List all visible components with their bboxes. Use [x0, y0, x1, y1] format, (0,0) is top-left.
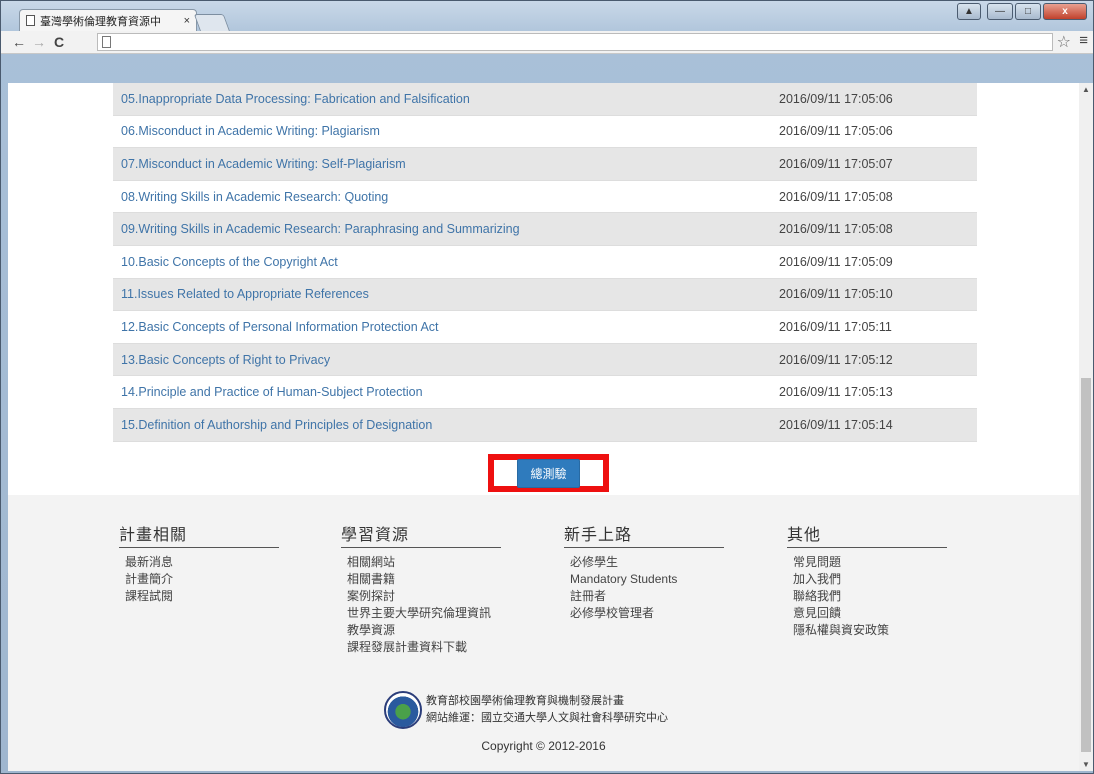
footer-link[interactable]: 相關書籍: [341, 571, 501, 588]
footer: 教育部校園學術倫理教育與機制發展計畫 網站維運：國立交通大學人文與社會科學研究中…: [8, 495, 1079, 771]
footer-link[interactable]: Mandatory Students: [564, 571, 724, 588]
table-row: 14.Principle and Practice of Human-Subje…: [113, 376, 977, 409]
unit-table: 05.Inappropriate Data Processing: Fabric…: [113, 83, 977, 442]
footer-heading: 其他: [787, 521, 947, 548]
footer-heading: 學習資源: [341, 521, 501, 548]
page-icon: [102, 36, 111, 48]
browser-tab[interactable]: 臺灣學術倫理教育資源中 ×: [19, 9, 197, 31]
footer-link[interactable]: 必修學生: [564, 554, 724, 571]
table-row: 15.Definition of Authorship and Principl…: [113, 408, 977, 442]
scroll-down-icon[interactable]: ▼: [1082, 760, 1090, 769]
tab-strip: 臺灣學術倫理教育資源中 × ▲ — □ x: [1, 1, 1093, 32]
unit-date: 2016/09/11 17:05:08: [779, 222, 893, 237]
unit-link[interactable]: 11.Issues Related to Appropriate Referen…: [113, 287, 779, 301]
highlight-box: 總測驗: [488, 454, 609, 492]
close-tab-icon[interactable]: ×: [184, 15, 190, 27]
ministry-of-education-seal-icon: [384, 691, 422, 729]
footer-link[interactable]: 加入我們: [787, 571, 947, 588]
credit-line-1: 教育部校園學術倫理教育與機制發展計畫: [426, 695, 624, 707]
unit-date: 2016/09/11 17:05:14: [779, 417, 893, 432]
copyright: Copyright © 2012-2016: [481, 739, 606, 753]
user-icon[interactable]: ▲: [957, 3, 981, 20]
forward-icon[interactable]: →: [29, 34, 49, 50]
total-exam-button[interactable]: 總測驗: [517, 458, 580, 488]
unit-link[interactable]: 13.Basic Concepts of Right to Privacy: [113, 353, 779, 367]
table-row: 11.Issues Related to Appropriate Referen…: [113, 278, 977, 312]
credit-block: 教育部校園學術倫理教育與機制發展計畫 網站維運：國立交通大學人文與社會科學研究中…: [384, 691, 668, 729]
footer-link[interactable]: 註冊者: [564, 588, 724, 605]
footer-link[interactable]: 必修學校管理者: [564, 605, 724, 622]
table-row: 09.Writing Skills in Academic Research: …: [113, 213, 977, 246]
footer-heading: 計畫相關: [119, 521, 279, 548]
browser-toolbar: ← → C ☆ ≡: [1, 31, 1093, 54]
credit-line-2: 網站維運：國立交通大學人文與社會科學研究中心: [426, 712, 668, 724]
reload-icon[interactable]: C: [49, 34, 69, 50]
page-icon: [26, 15, 35, 26]
footer-link[interactable]: 常見問題: [787, 554, 947, 571]
unit-date: 2016/09/11 17:05:12: [779, 352, 893, 367]
footer-link[interactable]: 課程試閱: [119, 588, 279, 605]
address-bar[interactable]: [97, 33, 1053, 51]
table-row: 05.Inappropriate Data Processing: Fabric…: [113, 83, 977, 116]
footer-link[interactable]: 課程發展計畫資料下載: [341, 639, 501, 656]
table-row: 06.Misconduct in Academic Writing: Plagi…: [113, 116, 977, 149]
footer-link[interactable]: 案例探討: [341, 588, 501, 605]
vertical-scrollbar[interactable]: ▲ ▼: [1079, 83, 1093, 771]
footer-link[interactable]: 聯絡我們: [787, 588, 947, 605]
maximize-button[interactable]: □: [1015, 3, 1041, 20]
unit-date: 2016/09/11 17:05:09: [779, 254, 893, 269]
unit-link[interactable]: 15.Definition of Authorship and Principl…: [113, 418, 779, 432]
table-row: 10.Basic Concepts of the Copyright Act 20…: [113, 246, 977, 279]
footer-link[interactable]: 意見回饋: [787, 605, 947, 622]
table-row: 12.Basic Concepts of Personal Informatio…: [113, 311, 977, 344]
bookmark-star-icon[interactable]: ☆: [1057, 32, 1071, 52]
unit-date: 2016/09/11 17:05:06: [779, 124, 893, 139]
footer-column: 計畫相關最新消息 計畫簡介 課程試閱: [119, 521, 279, 605]
unit-link[interactable]: 14.Principle and Practice of Human-Subje…: [113, 385, 779, 399]
unit-date: 2016/09/11 17:05:10: [779, 287, 893, 302]
footer-column: 學習資源相關網站 相關書籍 案例探討 世界主要大學研究倫理資訊 教學資源 課程發展計畫資料…: [341, 521, 501, 656]
footer-heading: 新手上路: [564, 521, 724, 548]
scroll-up-icon[interactable]: ▲: [1082, 85, 1090, 94]
footer-link[interactable]: 隱私權與資安政策: [787, 622, 947, 639]
unit-date: 2016/09/11 17:05:08: [779, 189, 893, 204]
minimize-button[interactable]: —: [987, 3, 1013, 20]
unit-link[interactable]: 08.Writing Skills in Academic Research: …: [113, 190, 779, 204]
tab-title: 臺灣學術倫理教育資源中: [40, 15, 161, 28]
unit-link[interactable]: 06.Misconduct in Academic Writing: Plagi…: [113, 124, 779, 138]
footer-link[interactable]: 教學資源: [341, 622, 501, 639]
menu-icon[interactable]: ≡: [1079, 32, 1088, 49]
table-row: 07.Misconduct in Academic Writing: Self-…: [113, 148, 977, 181]
close-window-button[interactable]: x: [1043, 3, 1087, 20]
unit-date: 2016/09/11 17:05:07: [779, 156, 893, 171]
unit-date: 2016/09/11 17:05:06: [779, 91, 893, 106]
unit-link[interactable]: 09.Writing Skills in Academic Research: …: [113, 222, 779, 236]
unit-link[interactable]: 10.Basic Concepts of the Copyright Act: [113, 255, 779, 269]
footer-link[interactable]: 世界主要大學研究倫理資訊: [341, 605, 501, 622]
unit-link[interactable]: 12.Basic Concepts of Personal Informatio…: [113, 320, 779, 334]
footer-link[interactable]: 計畫簡介: [119, 571, 279, 588]
table-row: 13.Basic Concepts of Right to Privacy 201…: [113, 343, 977, 377]
footer-link[interactable]: 相關網站: [341, 554, 501, 571]
unit-date: 2016/09/11 17:05:11: [779, 319, 892, 334]
scrollbar-thumb[interactable]: [1081, 378, 1091, 752]
new-tab-button[interactable]: [193, 14, 231, 32]
unit-date: 2016/09/11 17:05:13: [779, 385, 893, 400]
table-row: 08.Writing Skills in Academic Research: …: [113, 181, 977, 214]
back-icon[interactable]: ←: [9, 34, 29, 50]
unit-link[interactable]: 05.Inappropriate Data Processing: Fabric…: [113, 92, 779, 106]
footer-column: 其他常見問題 加入我們 聯絡我們 意見回饋 隱私權與資安政策: [787, 521, 947, 639]
page-content: 05.Inappropriate Data Processing: Fabric…: [8, 83, 1079, 771]
footer-column: 新手上路必修學生 Mandatory Students 註冊者 必修學校管理者: [564, 521, 724, 622]
window-controls: ▲ — □ x: [957, 3, 1087, 20]
footer-link[interactable]: 最新消息: [119, 554, 279, 571]
unit-link[interactable]: 07.Misconduct in Academic Writing: Self-…: [113, 157, 779, 171]
